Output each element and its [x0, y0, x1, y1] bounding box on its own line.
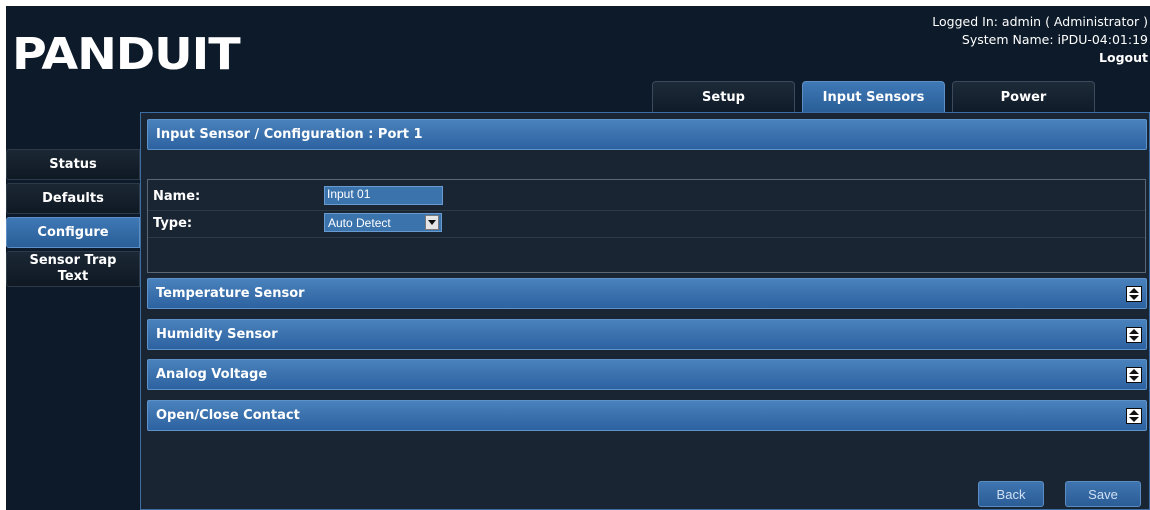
section-label: Humidity Sensor [156, 327, 278, 342]
app-window: PANDUIT Logged In: admin ( Administrator… [6, 6, 1150, 510]
tab-setup[interactable]: Setup [652, 81, 795, 112]
system-name-text: System Name: iPDU-04:01:19 [961, 32, 1148, 47]
section-open-close-contact[interactable]: Open/Close Contact [147, 400, 1147, 431]
type-label: Type: [153, 216, 193, 231]
section-label: Analog Voltage [156, 367, 268, 382]
tab-power[interactable]: Power [952, 81, 1095, 112]
logout-link[interactable]: Logout [932, 49, 1148, 67]
chevron-down-icon[interactable] [425, 215, 439, 230]
logged-in-text: Logged In: admin ( Administrator ) [932, 14, 1148, 29]
header: PANDUIT Logged In: admin ( Administrator… [6, 6, 1150, 112]
sidebar-item-defaults[interactable]: Defaults [6, 183, 140, 214]
section-analog-voltage[interactable]: Analog Voltage [147, 359, 1147, 390]
page-title: Input Sensor / Configuration : Port 1 [147, 119, 1147, 150]
type-select-value: Auto Detect [328, 215, 391, 230]
main-panel: Input Sensor / Configuration : Port 1 Na… [140, 112, 1150, 510]
sidebar-item-status[interactable]: Status [6, 149, 140, 180]
section-humidity-sensor[interactable]: Humidity Sensor [147, 319, 1147, 350]
panduit-logo: PANDUIT [12, 29, 241, 80]
section-label: Open/Close Contact [156, 408, 300, 423]
section-label: Temperature Sensor [156, 286, 305, 301]
config-form: Name: Input 01 Type: Auto Detect [147, 179, 1146, 273]
name-label: Name: [153, 189, 201, 204]
expand-collapse-icon[interactable] [1126, 327, 1142, 343]
sidebar-item-sensor-trap-text[interactable]: Sensor Trap Text [6, 251, 140, 287]
expand-collapse-icon[interactable] [1126, 408, 1142, 424]
type-select[interactable]: Auto Detect [324, 213, 442, 232]
sidebar-item-configure[interactable]: Configure [6, 217, 140, 248]
expand-collapse-icon[interactable] [1126, 286, 1142, 302]
type-row: Type: Auto Detect [148, 211, 1145, 238]
back-button[interactable]: Back [978, 481, 1044, 507]
expand-collapse-icon[interactable] [1126, 367, 1142, 383]
section-temperature-sensor[interactable]: Temperature Sensor [147, 278, 1147, 309]
tab-input-sensors[interactable]: Input Sensors [802, 81, 945, 112]
name-field[interactable]: Input 01 [324, 186, 443, 205]
login-info: Logged In: admin ( Administrator ) Syste… [932, 13, 1148, 67]
sidebar-item-label: Sensor Trap Text [29, 253, 117, 284]
name-row: Name: Input 01 [148, 184, 1145, 211]
sidebar: Status Defaults Configure Sensor Trap Te… [6, 149, 140, 290]
save-button[interactable]: Save [1065, 481, 1141, 507]
